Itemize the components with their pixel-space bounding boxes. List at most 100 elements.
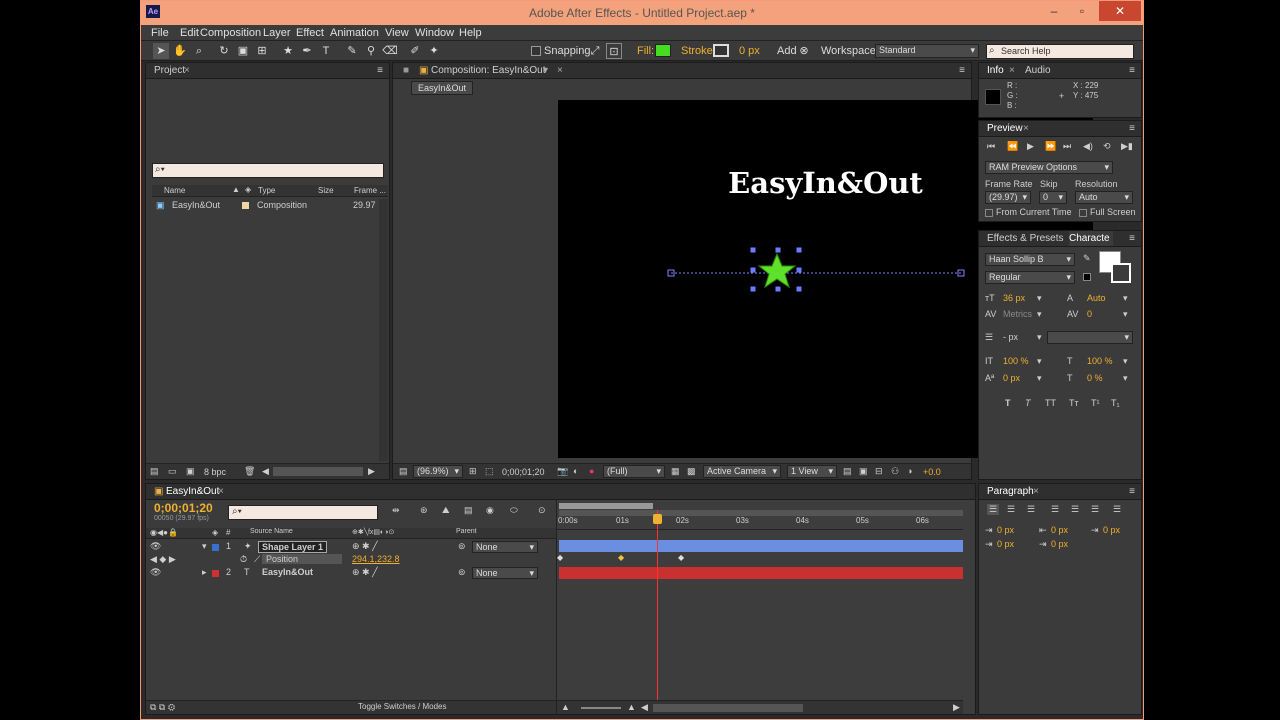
prev-frame-icon[interactable]: ⏪ bbox=[1007, 141, 1018, 152]
zoom-slider[interactable] bbox=[581, 707, 621, 709]
font-family-dropdown[interactable]: Haan Sollip B bbox=[985, 253, 1075, 266]
brush-tool-icon[interactable]: ✎ bbox=[344, 43, 360, 59]
space-after-value[interactable]: 0 px bbox=[1051, 539, 1068, 549]
snap-icon[interactable]: ⤢ bbox=[587, 43, 603, 59]
minimize-icon[interactable]: – bbox=[1041, 1, 1067, 21]
ram-preview-icon[interactable]: ▶▮ bbox=[1121, 141, 1133, 152]
roto-tool-icon[interactable]: ✐ bbox=[407, 43, 423, 59]
space-before-value[interactable]: 0 px bbox=[997, 539, 1014, 549]
exposure-value[interactable]: +0.0 bbox=[923, 467, 941, 477]
resolution-dropdown[interactable]: Auto bbox=[1075, 191, 1133, 204]
eyedropper-icon[interactable]: ✎ bbox=[1083, 253, 1091, 264]
exposure-icon[interactable]: ◑ bbox=[907, 466, 912, 476]
stroke-width-value[interactable]: - px bbox=[1003, 332, 1018, 342]
layer-bar-shape[interactable] bbox=[559, 540, 963, 552]
menu-window[interactable]: Window bbox=[415, 27, 454, 39]
interpret-icon[interactable]: ▤ bbox=[150, 466, 159, 477]
dropdown-icon[interactable]: ▾ bbox=[1037, 373, 1042, 384]
star-tool-icon[interactable]: ★ bbox=[280, 43, 296, 59]
pen-tool-icon[interactable]: ✒ bbox=[299, 43, 315, 59]
layer-switches[interactable]: ⊕ ✱ ╱ bbox=[352, 567, 378, 578]
faux-italic-button[interactable]: T bbox=[1025, 398, 1031, 408]
tab-composition[interactable]: Composition: EasyIn&Out bbox=[431, 65, 546, 76]
workspace-dropdown[interactable]: Standard bbox=[875, 44, 979, 58]
tab-close-icon[interactable]: × bbox=[1023, 123, 1029, 134]
dropdown-icon[interactable]: ▾ bbox=[1037, 332, 1042, 343]
zoom-out-icon[interactable]: ▲ bbox=[561, 702, 570, 712]
project-search-input[interactable] bbox=[152, 163, 384, 178]
menu-composition[interactable]: Composition bbox=[200, 27, 261, 39]
all-caps-button[interactable]: TT bbox=[1045, 398, 1056, 408]
star-shape[interactable] bbox=[757, 252, 797, 289]
snap-target-icon[interactable]: ⊡ bbox=[606, 43, 622, 59]
indent-left-value[interactable]: 0 px bbox=[997, 525, 1014, 535]
property-row-position[interactable]: ◀ ◆ ▶ ⏱ ⟋ Position 294.1,232.8 bbox=[146, 554, 556, 566]
rotate-tool-icon[interactable]: ↻ bbox=[216, 43, 232, 59]
visibility-icon[interactable]: 👁 bbox=[150, 567, 161, 578]
title-safe-icon[interactable]: ⊞ bbox=[469, 466, 477, 477]
trash-icon[interactable]: 🗑 bbox=[244, 466, 255, 477]
toggle-switches-modes[interactable]: Toggle Switches / Modes bbox=[358, 702, 447, 711]
tracking-value[interactable]: 0 bbox=[1087, 309, 1092, 319]
small-caps-button[interactable]: Tт bbox=[1069, 398, 1079, 408]
brainstorm-icon[interactable]: ⊙ bbox=[538, 505, 546, 516]
pickwhip-icon[interactable]: ⊚ bbox=[458, 567, 466, 578]
menu-help[interactable]: Help bbox=[459, 27, 482, 39]
tab-preview[interactable]: Preview bbox=[987, 123, 1023, 134]
dropdown-icon[interactable]: ▾ bbox=[1037, 309, 1042, 320]
panel-menu-icon[interactable]: ≡ bbox=[1129, 65, 1135, 76]
play-icon[interactable]: ▶ bbox=[1027, 141, 1034, 152]
justify-left-icon[interactable]: ☰ bbox=[1051, 504, 1059, 515]
keyframe-icon[interactable]: ◆ bbox=[557, 553, 563, 562]
baseline-value[interactable]: 0 px bbox=[1003, 373, 1020, 383]
superscript-button[interactable]: T¹ bbox=[1091, 398, 1100, 408]
stroke-swatch[interactable] bbox=[713, 44, 729, 57]
hscale-value[interactable]: 100 % bbox=[1087, 356, 1113, 366]
fast-preview-icon[interactable]: ▣ bbox=[859, 466, 868, 477]
scroll-right-icon[interactable]: ▶ bbox=[368, 466, 375, 477]
graph-toggle-icon[interactable]: ⟋ bbox=[254, 554, 260, 565]
font-size-value[interactable]: 36 px bbox=[1003, 293, 1025, 303]
timeline-search-input[interactable] bbox=[228, 505, 378, 520]
full-screen-checkbox[interactable] bbox=[1079, 209, 1087, 217]
keyframe-nav-icon[interactable]: ◀ ◆ ▶ bbox=[150, 554, 176, 565]
type-tool-icon[interactable]: T bbox=[318, 43, 334, 59]
scroll-right-icon[interactable]: ▶ bbox=[953, 702, 960, 713]
property-value[interactable]: 294.1,232.8 bbox=[352, 554, 400, 564]
stopwatch-icon[interactable]: ⏱ bbox=[240, 554, 247, 565]
tab-close-icon[interactable]: × bbox=[218, 486, 224, 497]
layer-row-2[interactable]: 👁 ▸ 2 T EasyIn&Out ⊕ ✱ ╱ ⊚ None bbox=[146, 567, 556, 579]
search-help-input[interactable]: Search Help bbox=[986, 44, 1134, 59]
menu-edit[interactable]: Edit bbox=[180, 27, 199, 39]
dropdown-icon[interactable]: ▾ bbox=[1123, 373, 1128, 384]
lock-icon[interactable]: ■ bbox=[403, 65, 409, 76]
faux-bold-button[interactable]: T bbox=[1005, 398, 1011, 408]
col-type[interactable]: Type bbox=[258, 186, 275, 195]
loop-icon[interactable]: ⟲ bbox=[1103, 141, 1111, 152]
selection-tool-icon[interactable]: ➤ bbox=[153, 43, 169, 59]
stroke-color-swatch[interactable] bbox=[1111, 263, 1131, 283]
font-style-dropdown[interactable]: Regular bbox=[985, 271, 1075, 284]
dropdown-icon[interactable]: ▾ bbox=[1037, 293, 1042, 304]
menu-layer[interactable]: Layer bbox=[263, 27, 291, 39]
resolution-dropdown[interactable]: (Full) bbox=[603, 465, 665, 478]
layer-switches[interactable]: ⊕ ✱ ╱ bbox=[352, 541, 378, 552]
frame-rate-dropdown[interactable]: (29.97) bbox=[985, 191, 1031, 204]
project-scrollbar[interactable] bbox=[379, 199, 388, 461]
col-parent[interactable]: Parent bbox=[456, 528, 477, 535]
region-icon[interactable]: ▦ bbox=[671, 466, 680, 477]
transparency-icon[interactable]: ▩ bbox=[687, 466, 696, 477]
col-frame[interactable]: Frame ... bbox=[354, 186, 386, 195]
scroll-left-icon[interactable]: ◀ bbox=[641, 702, 648, 713]
hand-tool-icon[interactable]: ✋ bbox=[172, 43, 188, 59]
camera-dropdown[interactable]: Active Camera bbox=[703, 465, 781, 478]
scroll-left-icon[interactable]: ◀ bbox=[262, 466, 269, 477]
label-swatch[interactable] bbox=[212, 570, 219, 577]
panel-menu-icon[interactable]: ≡ bbox=[959, 65, 965, 76]
playhead[interactable] bbox=[653, 514, 662, 524]
parent-dropdown[interactable]: None bbox=[472, 541, 538, 553]
current-time[interactable]: 0;00;01;20 bbox=[502, 467, 545, 477]
draft-3d-icon[interactable]: ⊛ bbox=[420, 505, 428, 516]
layer-name[interactable]: Shape Layer 1 bbox=[258, 541, 328, 553]
camera-tool-icon[interactable]: ▣ bbox=[235, 43, 251, 59]
